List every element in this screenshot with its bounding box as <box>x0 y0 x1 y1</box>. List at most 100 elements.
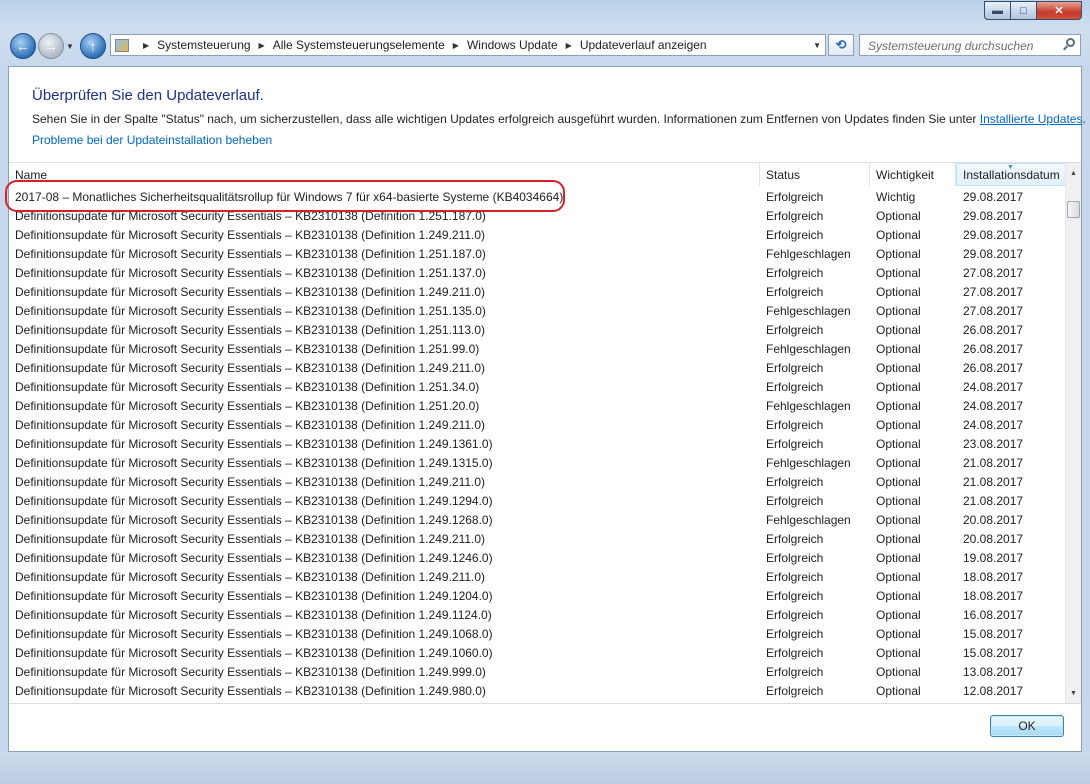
cell-name: Definitionsupdate für Microsoft Security… <box>15 531 486 546</box>
table-row[interactable]: Definitionsupdate für Microsoft Security… <box>9 358 1066 377</box>
breadcrumb-windows-update[interactable]: Windows Update <box>467 38 558 52</box>
table-row[interactable]: Definitionsupdate für Microsoft Security… <box>9 301 1066 320</box>
table-row[interactable]: Definitionsupdate für Microsoft Security… <box>9 529 1066 548</box>
table-row[interactable]: Definitionsupdate für Microsoft Security… <box>9 396 1066 415</box>
cell-date: 29.08.2017 <box>963 208 1024 223</box>
table-row[interactable]: Definitionsupdate für Microsoft Security… <box>9 225 1066 244</box>
table-row[interactable]: Definitionsupdate für Microsoft Security… <box>9 548 1066 567</box>
maximize-button[interactable]: □ <box>1010 1 1036 20</box>
search-input[interactable] <box>866 36 1060 56</box>
table-row[interactable]: Definitionsupdate für Microsoft Security… <box>9 567 1066 586</box>
table-row[interactable]: Definitionsupdate für Microsoft Security… <box>9 510 1066 529</box>
cell-status: Erfolgreich <box>766 208 824 223</box>
table-row[interactable]: Definitionsupdate für Microsoft Security… <box>9 624 1066 643</box>
scrollbar-thumb[interactable] <box>1067 201 1080 218</box>
cell-importance: Optional <box>876 645 921 660</box>
cell-importance: Optional <box>876 588 921 603</box>
chevron-right-icon[interactable]: ▶ <box>566 41 572 50</box>
ok-button[interactable]: OK <box>990 715 1064 737</box>
table-row[interactable]: Definitionsupdate für Microsoft Security… <box>9 453 1066 472</box>
chevron-right-icon[interactable]: ▶ <box>453 41 459 50</box>
breadcrumb-systemsteuerung[interactable]: Systemsteuerung <box>157 38 250 52</box>
up-button[interactable]: ↑ <box>80 33 106 59</box>
table-row[interactable]: Definitionsupdate für Microsoft Security… <box>9 206 1066 225</box>
recent-pages-dropdown-icon[interactable]: ▼ <box>66 42 74 51</box>
table-row[interactable]: Definitionsupdate für Microsoft Security… <box>9 339 1066 358</box>
table-row[interactable]: Definitionsupdate für Microsoft Security… <box>9 681 1066 700</box>
vertical-scrollbar[interactable]: ▲ ▼ <box>1065 163 1081 703</box>
cell-name: Definitionsupdate für Microsoft Security… <box>15 208 486 223</box>
minimize-button[interactable]: ▬ <box>984 1 1010 20</box>
cell-importance: Optional <box>876 265 921 280</box>
chevron-down-icon[interactable]: ▼ <box>813 41 821 50</box>
content-pane: Überprüfen Sie den Updateverlauf. Sehen … <box>5 66 1086 752</box>
breadcrumb-alle-elemente[interactable]: Alle Systemsteuerungselemente <box>273 38 445 52</box>
cell-status: Erfolgreich <box>766 664 824 679</box>
forward-button[interactable]: → <box>38 33 64 59</box>
close-button[interactable]: ✕ <box>1036 1 1082 20</box>
column-header-name[interactable]: Name <box>9 163 760 186</box>
page-title: Überprüfen Sie den Updateverlauf. <box>32 87 264 104</box>
list-header: Name Status Wichtigkeit ▼ Installationsda… <box>9 163 1066 186</box>
chevron-right-icon[interactable]: ▶ <box>259 41 265 50</box>
cell-importance: Optional <box>876 550 921 565</box>
scroll-up-icon[interactable]: ▲ <box>1066 165 1081 181</box>
cell-status: Erfolgreich <box>766 322 824 337</box>
description-end: . <box>1082 112 1086 126</box>
installed-updates-link[interactable]: Installierte Updates <box>980 112 1083 126</box>
address-bar[interactable]: ▶ Systemsteuerung ▶ Alle Systemsteuerung… <box>110 34 826 56</box>
cell-name: Definitionsupdate für Microsoft Security… <box>15 246 486 261</box>
table-row[interactable]: Definitionsupdate für Microsoft Security… <box>9 320 1066 339</box>
cell-status: Erfolgreich <box>766 645 824 660</box>
cell-importance: Optional <box>876 341 921 356</box>
table-row[interactable]: Definitionsupdate für Microsoft Security… <box>9 643 1066 662</box>
cell-name: Definitionsupdate für Microsoft Security… <box>15 588 493 603</box>
cell-date: 26.08.2017 <box>963 360 1024 375</box>
cell-name: Definitionsupdate für Microsoft Security… <box>15 227 486 242</box>
search-box[interactable] <box>859 34 1081 56</box>
search-icon[interactable] <box>1066 38 1075 47</box>
table-row[interactable]: Definitionsupdate für Microsoft Security… <box>9 605 1066 624</box>
refresh-button[interactable]: ⟲ <box>828 34 854 56</box>
column-header-importance[interactable]: Wichtigkeit <box>870 163 956 186</box>
table-row[interactable]: 2017-08 – Monatliches Sicherheitsqualitä… <box>9 187 1066 206</box>
table-row[interactable]: Definitionsupdate für Microsoft Security… <box>9 586 1066 605</box>
table-row[interactable]: Definitionsupdate für Microsoft Security… <box>9 282 1066 301</box>
table-row[interactable]: Definitionsupdate für Microsoft Security… <box>9 415 1066 434</box>
cell-importance: Optional <box>876 322 921 337</box>
back-button[interactable]: ← <box>10 33 36 59</box>
table-row[interactable]: Definitionsupdate für Microsoft Security… <box>9 244 1066 263</box>
cell-status: Erfolgreich <box>766 379 824 394</box>
cell-date: 27.08.2017 <box>963 303 1024 318</box>
cell-name: Definitionsupdate für Microsoft Security… <box>15 284 486 299</box>
footer-divider <box>9 703 1081 704</box>
caption-buttons: ▬ □ ✕ <box>984 1 1082 20</box>
troubleshoot-link[interactable]: Probleme bei der Updateinstallation behe… <box>32 133 272 147</box>
column-header-date[interactable]: ▼ Installationsdatum <box>956 163 1066 186</box>
cell-status: Erfolgreich <box>766 607 824 622</box>
column-header-status[interactable]: Status <box>760 163 870 186</box>
cell-importance: Optional <box>876 398 921 413</box>
cell-status: Erfolgreich <box>766 265 824 280</box>
cell-importance: Optional <box>876 569 921 584</box>
breadcrumb-updateverlauf[interactable]: Updateverlauf anzeigen <box>580 38 707 52</box>
cell-name: Definitionsupdate für Microsoft Security… <box>15 341 480 356</box>
navigation-bar: ← → ▼ ↑ ▶ Systemsteuerung ▶ Alle Systems… <box>0 32 1090 60</box>
cell-date: 13.08.2017 <box>963 664 1024 679</box>
table-row[interactable]: Definitionsupdate für Microsoft Security… <box>9 662 1066 681</box>
cell-importance: Optional <box>876 607 921 622</box>
cell-name: Definitionsupdate für Microsoft Security… <box>15 303 486 318</box>
cell-importance: Optional <box>876 664 921 679</box>
table-row[interactable]: Definitionsupdate für Microsoft Security… <box>9 491 1066 510</box>
sort-descending-icon: ▼ <box>1007 164 1014 171</box>
chevron-right-icon[interactable]: ▶ <box>143 41 149 50</box>
table-row[interactable]: Definitionsupdate für Microsoft Security… <box>9 263 1066 282</box>
cell-status: Fehlgeschlagen <box>766 246 851 261</box>
cell-name: Definitionsupdate für Microsoft Security… <box>15 493 493 508</box>
cell-status: Fehlgeschlagen <box>766 398 851 413</box>
scroll-down-icon[interactable]: ▼ <box>1066 685 1081 701</box>
table-row[interactable]: Definitionsupdate für Microsoft Security… <box>9 434 1066 453</box>
table-row[interactable]: Definitionsupdate für Microsoft Security… <box>9 472 1066 491</box>
table-row[interactable]: Definitionsupdate für Microsoft Security… <box>9 377 1066 396</box>
cell-date: 21.08.2017 <box>963 474 1024 489</box>
